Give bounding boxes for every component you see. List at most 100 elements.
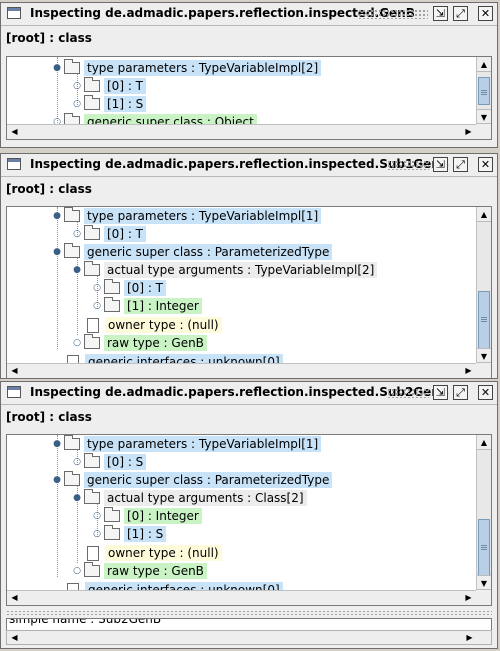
iconify-button[interactable]: ⇲ <box>433 157 448 172</box>
scroll-down-icon[interactable]: ▼ <box>477 109 491 124</box>
tree-node[interactable]: ○ [1] : Integer <box>92 297 202 314</box>
expanded-toggle-icon[interactable]: ● <box>52 475 62 485</box>
scroll-left-icon[interactable]: ◀ <box>7 591 22 605</box>
scroll-up-icon[interactable]: ▲ <box>477 207 491 222</box>
collapsed-toggle-icon[interactable]: ○ <box>72 457 82 467</box>
tree-view[interactable]: ● type parameters : TypeVariableImpl[2] ○… <box>6 56 492 140</box>
title-bar[interactable]: Inspecting de.admadic.papers.reflection.… <box>1 3 497 26</box>
tree-node[interactable]: ● generic super class : ParameterizedType <box>52 471 333 488</box>
horizontal-scrollbar[interactable]: ◀ ▶ <box>7 590 476 605</box>
node-label: [0] : T <box>104 226 146 242</box>
title-bar[interactable]: Inspecting de.admadic.papers.reflection.… <box>1 154 497 177</box>
scroll-left-icon[interactable]: ◀ <box>7 364 22 378</box>
scroll-down-icon[interactable]: ▼ <box>477 575 491 590</box>
expanded-toggle-icon[interactable]: ● <box>52 63 62 73</box>
tree-node[interactable]: ○ [1] : S <box>72 95 147 112</box>
close-button[interactable]: ✕ <box>478 6 493 21</box>
tree-node[interactable]: owner type : (null) <box>84 545 222 561</box>
node-label: type parameters : TypeVariableImpl[1] <box>84 436 322 452</box>
window-icon <box>7 386 21 398</box>
folder-icon <box>84 225 100 240</box>
vertical-scrollbar[interactable]: ▲ ▼ <box>476 57 491 124</box>
tree-node[interactable]: owner type : (null) <box>84 317 222 333</box>
tree-node[interactable]: ○ [1] : S <box>92 525 167 542</box>
maximize-button[interactable]: ⤢ <box>453 6 468 21</box>
maximize-button[interactable]: ⤢ <box>453 157 468 172</box>
tree-node[interactable]: ○ [0] : T <box>72 77 146 94</box>
scroll-right-icon[interactable]: ▶ <box>462 631 477 644</box>
title-bar[interactable]: Inspecting de.admadic.papers.reflection.… <box>1 382 497 405</box>
node-label: type parameters : TypeVariableImpl[1] <box>84 208 322 224</box>
tree-node[interactable]: ○ raw type : GenB <box>72 334 207 351</box>
scroll-thumb[interactable] <box>478 77 490 105</box>
expanded-toggle-icon[interactable]: ● <box>72 265 82 275</box>
collapsed-toggle-icon[interactable]: ○ <box>72 81 82 91</box>
scroll-right-icon[interactable]: ▶ <box>461 125 476 139</box>
scroll-right-icon[interactable]: ▶ <box>461 591 476 605</box>
collapsed-toggle-icon[interactable]: ○ <box>92 301 102 311</box>
node-label: [1] : S <box>124 526 167 542</box>
inspector-window-sub1genb: Inspecting de.admadic.papers.reflection.… <box>0 153 498 379</box>
tree-node[interactable]: ○ [0] : Integer <box>92 507 202 524</box>
expanded-toggle-icon[interactable]: ● <box>72 493 82 503</box>
tree-node[interactable]: ○ raw type : GenB <box>72 562 207 579</box>
node-label: [0] : T <box>104 78 146 94</box>
node-label: [0] : Integer <box>124 508 202 524</box>
scroll-corner <box>476 363 491 378</box>
collapsed-toggle-icon[interactable]: ○ <box>72 566 82 576</box>
node-label: owner type : (null) <box>105 317 222 333</box>
folder-icon <box>84 95 100 110</box>
scroll-left-icon[interactable]: ◀ <box>7 125 22 139</box>
folder-icon <box>64 435 80 450</box>
expanded-toggle-icon[interactable]: ● <box>52 439 62 449</box>
collapsed-toggle-icon[interactable]: ○ <box>72 229 82 239</box>
tree-view[interactable]: ● type parameters : TypeVariableImpl[1] ○… <box>6 434 492 606</box>
expanded-toggle-icon[interactable]: ● <box>52 247 62 257</box>
tree-node[interactable]: ● type parameters : TypeVariableImpl[2] <box>52 59 322 76</box>
vertical-scrollbar[interactable]: ▲ ▼ <box>476 435 491 590</box>
tree-line <box>57 207 58 349</box>
collapsed-toggle-icon[interactable]: ○ <box>92 511 102 521</box>
document-icon <box>87 545 99 561</box>
vertical-scrollbar[interactable]: ▲ ▼ <box>476 207 491 363</box>
title-grip <box>387 160 429 170</box>
collapsed-toggle-icon[interactable]: ○ <box>92 529 102 539</box>
node-label: raw type : GenB <box>104 563 207 579</box>
scroll-right-icon[interactable]: ▶ <box>461 364 476 378</box>
root-label: [root] : class <box>6 410 92 424</box>
root-label: [root] : class <box>6 182 92 196</box>
close-button[interactable]: ✕ <box>478 385 493 400</box>
node-label: actual type arguments : Class[2] <box>104 490 307 506</box>
tree-node[interactable]: ○ [0] : T <box>92 279 166 296</box>
folder-icon <box>84 489 100 504</box>
node-label: raw type : GenB <box>104 335 207 351</box>
tree-node[interactable]: ○ [0] : T <box>72 225 146 242</box>
folder-icon <box>104 279 120 294</box>
tree-node[interactable]: ● type parameters : TypeVariableImpl[1] <box>52 207 322 224</box>
maximize-button[interactable]: ⤢ <box>453 385 468 400</box>
detail-horizontal-scrollbar[interactable]: ◀ ▶ <box>6 630 492 645</box>
scroll-left-icon[interactable]: ◀ <box>7 631 22 644</box>
folder-icon <box>64 243 80 258</box>
collapsed-toggle-icon[interactable]: ○ <box>92 283 102 293</box>
collapsed-toggle-icon[interactable]: ○ <box>72 338 82 348</box>
iconify-button[interactable]: ⇲ <box>433 6 448 21</box>
collapsed-toggle-icon[interactable]: ○ <box>72 99 82 109</box>
scroll-up-icon[interactable]: ▲ <box>477 435 491 450</box>
iconify-button[interactable]: ⇲ <box>433 385 448 400</box>
scroll-thumb[interactable] <box>478 291 490 349</box>
horizontal-scrollbar[interactable]: ◀ ▶ <box>7 124 476 139</box>
tree-node[interactable]: ● type parameters : TypeVariableImpl[1] <box>52 435 322 452</box>
scroll-up-icon[interactable]: ▲ <box>477 57 491 72</box>
tree-node[interactable]: ● actual type arguments : Class[2] <box>72 489 307 506</box>
tree-node[interactable]: ● generic super class : ParameterizedType <box>52 243 333 260</box>
close-button[interactable]: ✕ <box>478 157 493 172</box>
tree-node[interactable]: ○ [0] : S <box>72 453 147 470</box>
horizontal-scrollbar[interactable]: ◀ ▶ <box>7 363 476 378</box>
scroll-down-icon[interactable]: ▼ <box>477 348 491 363</box>
split-pane-divider[interactable] <box>6 610 492 616</box>
expanded-toggle-icon[interactable]: ● <box>52 211 62 221</box>
tree-node[interactable]: ● actual type arguments : TypeVariableImp… <box>72 261 378 278</box>
tree-view[interactable]: ● type parameters : TypeVariableImpl[1] ○… <box>6 206 492 378</box>
scroll-thumb[interactable] <box>478 519 490 577</box>
